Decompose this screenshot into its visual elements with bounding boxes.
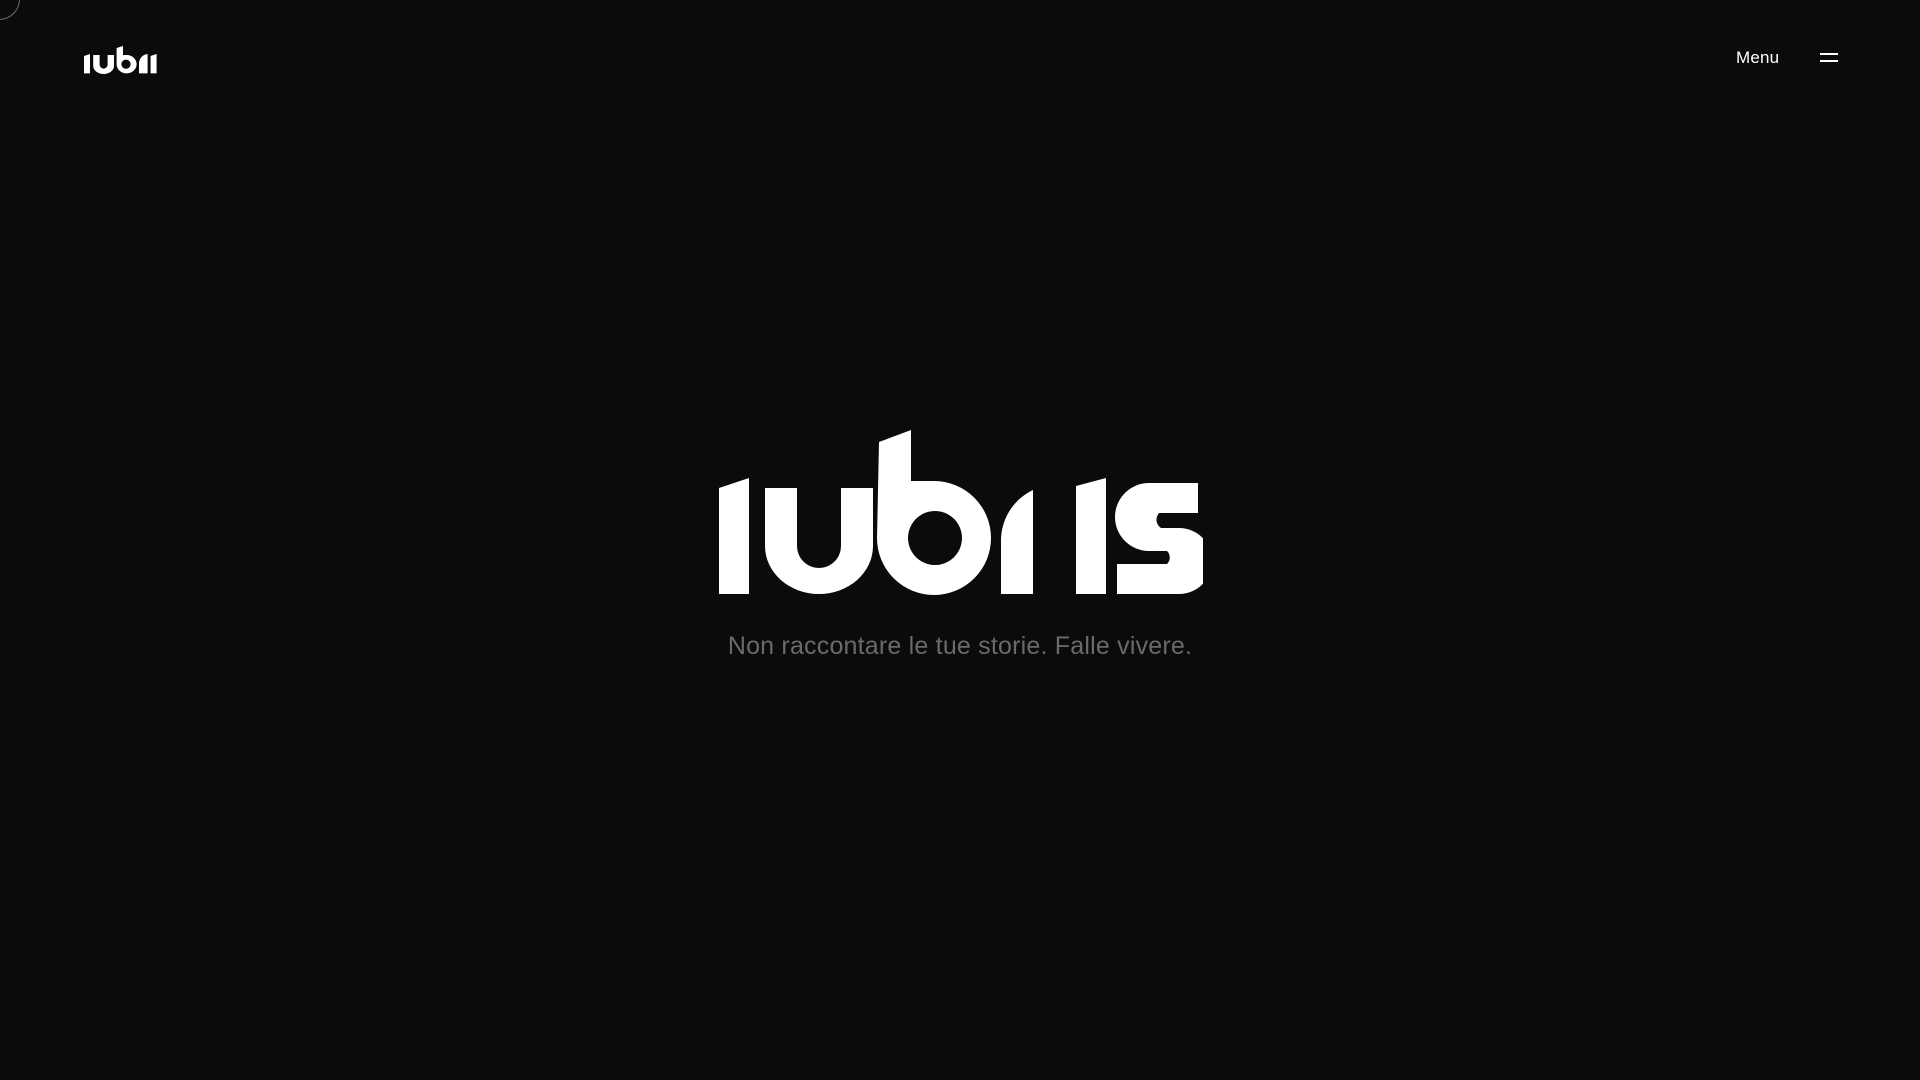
iubris-wordmark-icon: [719, 430, 1203, 595]
hamburger-icon[interactable]: [1820, 50, 1838, 66]
page: Menu Non raccontare le tue storie. Falle: [0, 0, 1920, 1080]
menu-label[interactable]: Menu: [1736, 48, 1779, 68]
hamburger-line: [1820, 60, 1838, 62]
iubris-logo-icon: [84, 46, 157, 74]
hamburger-line: [1820, 53, 1838, 55]
hero-logo: [719, 430, 1203, 596]
hero-tagline: Non raccontare le tue storie. Falle vive…: [727, 632, 1193, 660]
header-logo[interactable]: [84, 45, 164, 75]
custom-cursor-ring: [0, 0, 20, 20]
